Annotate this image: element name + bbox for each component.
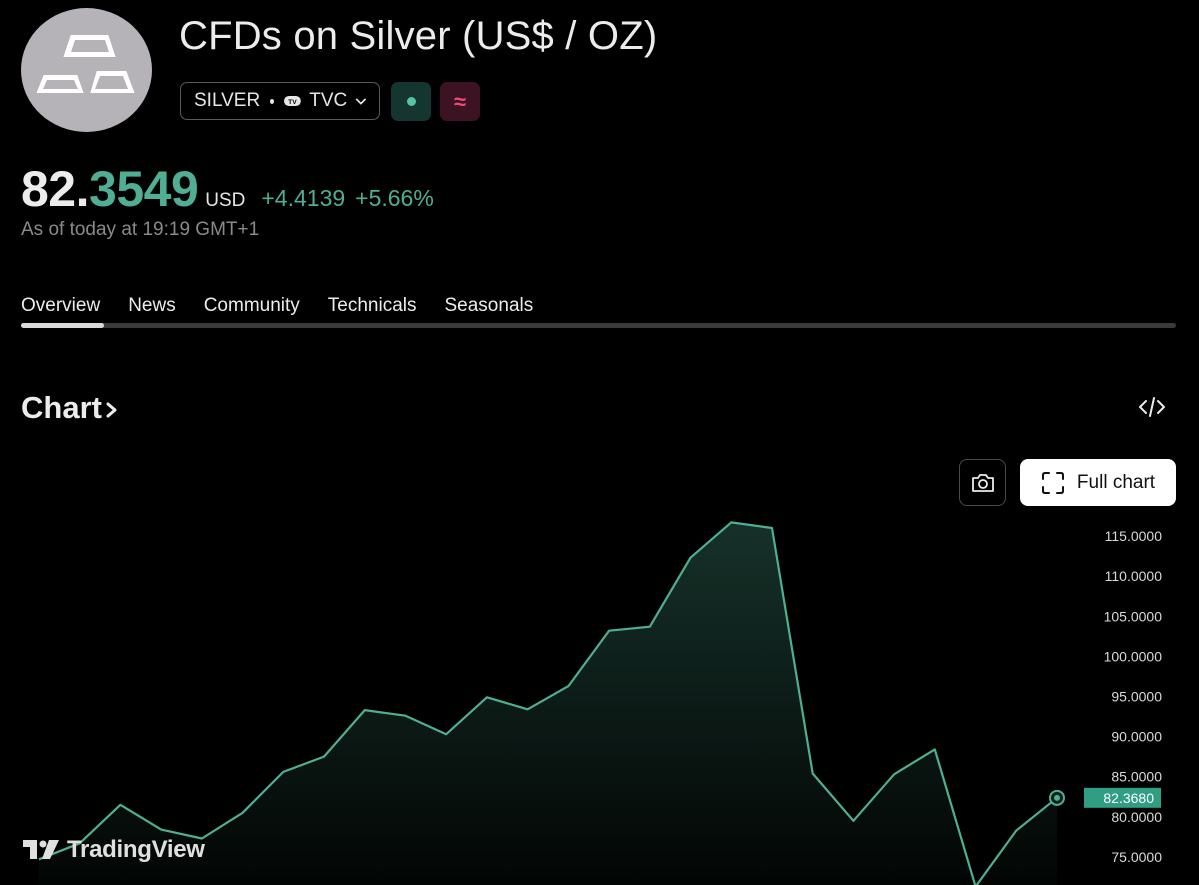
price-point: [321, 754, 327, 760]
code-brackets-icon: [1139, 397, 1165, 417]
market-open-dot-icon: [406, 97, 416, 106]
price-point: [647, 624, 653, 630]
chevron-right-icon: [106, 402, 117, 418]
tab-community[interactable]: Community: [204, 295, 300, 317]
snapshot-button[interactable]: [959, 459, 1006, 506]
tab-seasonals[interactable]: Seasonals: [445, 295, 534, 317]
separator-dot: [270, 98, 275, 104]
y-tick-label: 85.0000: [1111, 769, 1162, 785]
price-point: [484, 694, 490, 700]
price-point: [606, 628, 612, 634]
price-point: [850, 818, 856, 824]
chart-heading-link[interactable]: Chart: [21, 390, 119, 426]
price-change: +4.4139: [261, 185, 346, 211]
price-point: [810, 770, 816, 776]
last-price-dot: [1054, 794, 1060, 801]
price-area: [39, 522, 1057, 885]
tradingview-brand-label: TradingView: [67, 836, 205, 863]
delayed-data-button[interactable]: ≈: [440, 82, 480, 121]
price-decimal: 3549: [89, 161, 199, 217]
silver-bars-icon: [33, 33, 138, 95]
y-tick-label: 100.0000: [1104, 648, 1163, 664]
y-tick-label: 110.0000: [1105, 568, 1163, 584]
price-point: [891, 771, 897, 777]
y-tick-label: 75.0000: [1111, 849, 1162, 865]
price-chart[interactable]: 115.0000 110.0000 105.0000 100.0000 95.0000 9…: [0, 520, 1199, 885]
full-chart-button[interactable]: Full chart: [1020, 459, 1176, 506]
symbol-label: SILVER: [194, 90, 261, 111]
tab-news[interactable]: News: [128, 295, 176, 317]
price-integer: 82.: [21, 161, 90, 217]
chevron-down-icon: [356, 98, 367, 105]
tv-exchange-icon: TV: [284, 95, 302, 107]
tab-track: [21, 323, 1176, 328]
last-price-label: 82.3680: [1103, 790, 1154, 806]
price-point: [158, 827, 164, 833]
market-open-button[interactable]: [391, 82, 431, 121]
fullscreen-icon: [1041, 471, 1064, 494]
tradingview-brand[interactable]: TradingView: [23, 836, 205, 864]
tab-overview[interactable]: Overview: [21, 295, 100, 317]
tab-bar: Overview News Community Technicals Seaso…: [21, 295, 561, 317]
price-point: [443, 731, 449, 737]
y-tick-label: 90.0000: [1111, 729, 1162, 745]
exchange-label: TVC: [309, 90, 348, 111]
y-tick-label: 80.0000: [1111, 809, 1162, 825]
tradingview-logo-icon: [23, 840, 59, 859]
camera-icon: [971, 473, 994, 492]
tab-technicals[interactable]: Technicals: [328, 295, 417, 317]
price-point: [280, 769, 286, 775]
silver-logo: [21, 8, 152, 132]
svg-text:TV: TV: [289, 99, 298, 106]
price-point: [1013, 827, 1019, 833]
tab-active-indicator: [21, 323, 104, 328]
price-point: [932, 746, 938, 752]
y-tick-label: 105.0000: [1104, 608, 1163, 624]
delayed-data-icon: ≈: [453, 88, 467, 114]
price-point: [362, 707, 368, 713]
price-point: [688, 555, 694, 561]
price-point: [117, 802, 123, 808]
price-point: [565, 683, 571, 689]
price-change-percent: +5.66%: [355, 185, 434, 211]
price-point: [402, 713, 408, 719]
price-point: [769, 525, 775, 531]
price-point: [240, 810, 246, 816]
y-tick-label: 115.0000: [1105, 528, 1163, 544]
embed-code-button[interactable]: [1138, 394, 1166, 420]
symbol-selector[interactable]: SILVER TV TVC: [180, 82, 380, 120]
price-currency: USD: [205, 190, 246, 211]
page-title: CFDs on Silver (US$ / OZ): [179, 14, 658, 58]
y-tick-label: 95.0000: [1111, 688, 1162, 704]
chart-heading: Chart: [21, 390, 102, 425]
as-of-timestamp: As of today at 19:19 GMT+1: [21, 219, 260, 240]
price-row: 82. 3549 USD +4.4139 +5.66%: [21, 160, 434, 218]
price-point: [525, 706, 531, 712]
full-chart-label: Full chart: [1076, 471, 1156, 493]
